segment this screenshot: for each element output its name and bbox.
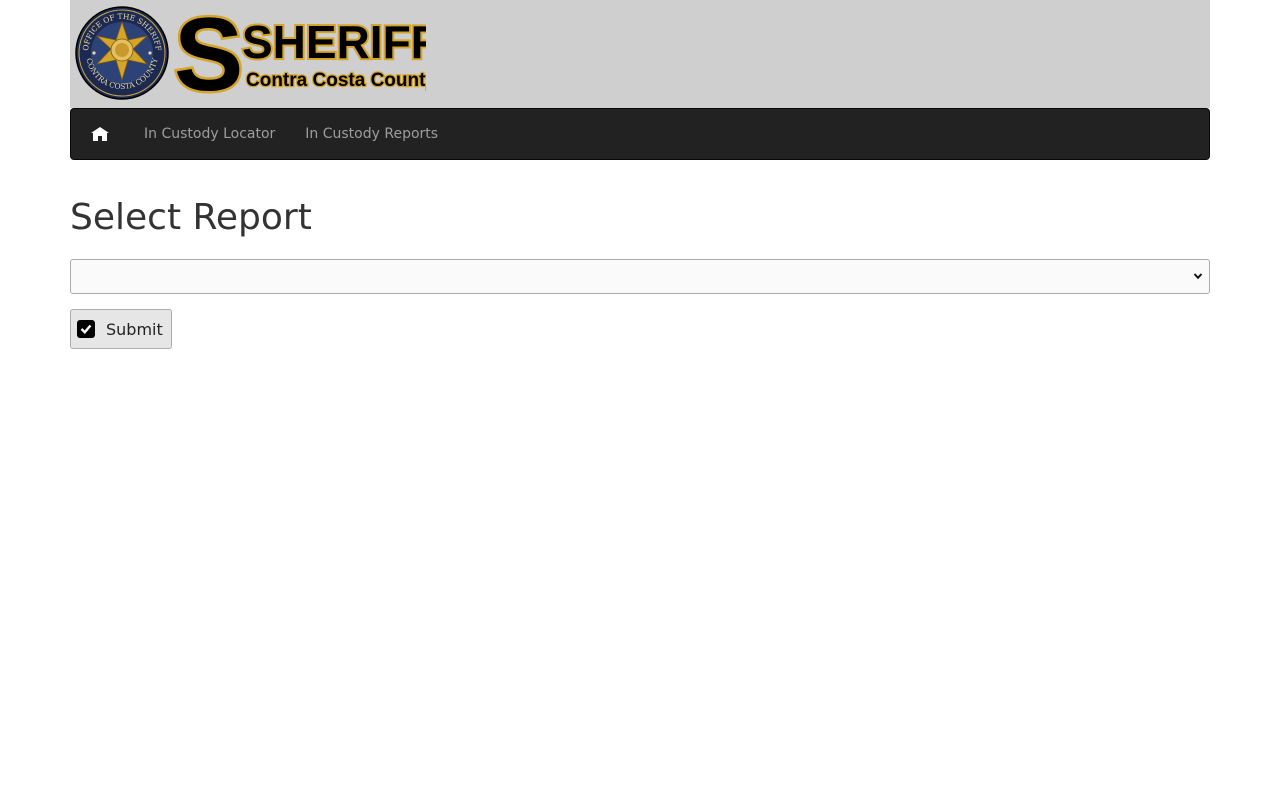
chevron-down-icon	[1193, 273, 1203, 280]
sheriff-seal-logo: OFFICE OF THE SHERIFF CONTRA COSTA COUNT…	[75, 6, 169, 100]
svg-text:S: S	[174, 4, 243, 102]
nav-home-link[interactable]	[71, 109, 129, 159]
nav-in-custody-reports[interactable]: In Custody Reports	[290, 109, 453, 159]
svg-text:SHERIFF: SHERIFF	[242, 16, 426, 68]
main-navbar: In Custody Locator In Custody Reports	[70, 108, 1210, 160]
page-container: OFFICE OF THE SHERIFF CONTRA COSTA COUNT…	[70, 0, 1210, 349]
nav-in-custody-locator[interactable]: In Custody Locator	[129, 109, 290, 159]
submit-label: Submit	[106, 319, 163, 339]
sheriff-wordmark-logo: S SHERIFF Contra Costa County	[172, 4, 426, 102]
svg-text:Contra Costa County: Contra Costa County	[246, 70, 426, 91]
page-title: Select Report	[70, 197, 312, 238]
submit-button[interactable]: Submit	[70, 309, 172, 349]
home-icon	[91, 127, 109, 141]
checkmark-icon	[80, 324, 92, 334]
report-select-dropdown[interactable]	[70, 259, 1210, 294]
site-banner: OFFICE OF THE SHERIFF CONTRA COSTA COUNT…	[70, 0, 1210, 108]
submit-checkbox[interactable]	[77, 320, 95, 338]
